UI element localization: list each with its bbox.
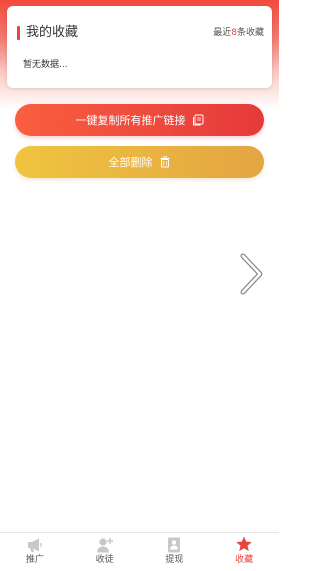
favorites-title: 我的收藏: [26, 25, 79, 40]
tab-withdraw-label: 提现: [165, 555, 184, 565]
count-suffix: 条收藏: [236, 28, 264, 38]
add-user-icon: [96, 536, 114, 553]
tab-recruit-label: 收徒: [95, 555, 114, 565]
tab-recruit[interactable]: 收徒: [70, 533, 140, 571]
empty-state-text: 暂无数据...: [23, 60, 68, 70]
recent-favorites-count: 最近8条收藏: [213, 26, 264, 40]
favorites-card: 我的收藏 最近8条收藏 暂无数据...: [7, 6, 272, 88]
withdraw-icon: [165, 536, 183, 553]
title-accent-bar: [17, 26, 20, 40]
star-icon: [235, 536, 253, 553]
count-prefix: 最近: [213, 28, 232, 38]
chevron-right-icon[interactable]: [238, 253, 266, 295]
copy-all-links-label: 一键复制所有推广链接: [75, 114, 186, 127]
copy-all-links-button[interactable]: 一键复制所有推广链接: [15, 104, 264, 136]
copy-icon: [192, 114, 204, 126]
bottom-tab-bar: 推广 收徒 提现 收藏: [0, 532, 279, 571]
tab-favorites-label: 收藏: [235, 555, 254, 565]
megaphone-icon: [26, 536, 44, 553]
trash-icon: [159, 156, 171, 168]
delete-all-button[interactable]: 全部删除: [15, 146, 264, 178]
tab-favorites[interactable]: 收藏: [209, 533, 279, 571]
delete-all-label: 全部删除: [108, 156, 153, 169]
tab-promote[interactable]: 推广: [0, 533, 70, 571]
tab-promote-label: 推广: [25, 555, 44, 565]
tab-withdraw[interactable]: 提现: [140, 533, 210, 571]
